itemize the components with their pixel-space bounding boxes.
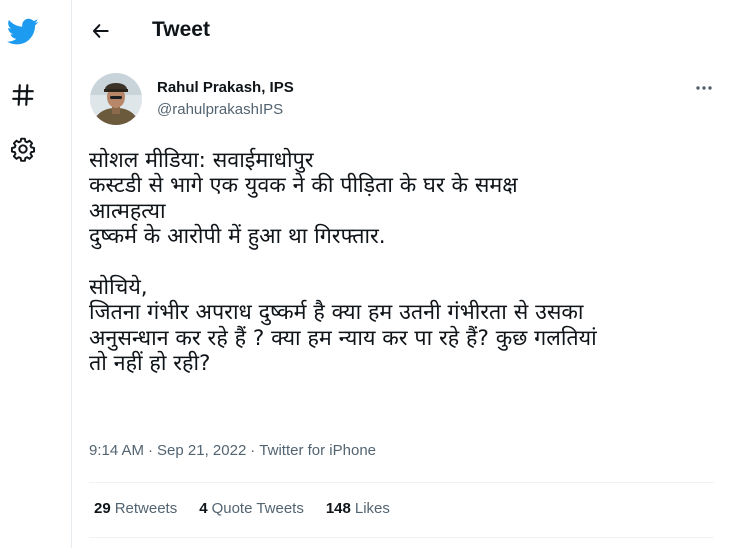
tweet-time[interactable]: 9:14 AM bbox=[89, 442, 144, 459]
tweet-client-link[interactable]: Twitter for iPhone bbox=[259, 442, 376, 459]
hashtag-icon bbox=[12, 84, 34, 106]
tweet-date[interactable]: Sep 21, 2022 bbox=[157, 442, 246, 459]
tweet-text-line: सोचिये, bbox=[89, 274, 148, 300]
likes-count: 148 bbox=[325, 500, 351, 517]
meta-separator: · bbox=[250, 442, 256, 459]
back-button[interactable] bbox=[88, 18, 114, 44]
left-nav bbox=[0, 0, 72, 548]
settings-button[interactable] bbox=[0, 132, 46, 166]
page-title: Tweet bbox=[152, 18, 210, 41]
tweet-text: सोशल मीडिया: सवाईमाधोपुर कस्टडी से भागे … bbox=[89, 148, 719, 377]
divider bbox=[89, 537, 714, 538]
quote-tweets-stat[interactable]: 4 Quote Tweets bbox=[199, 500, 304, 517]
more-options-button[interactable] bbox=[692, 78, 716, 98]
retweets-count: 29 bbox=[94, 500, 111, 517]
retweets-label: Retweets bbox=[114, 500, 178, 517]
twitter-home-button[interactable] bbox=[0, 14, 46, 50]
gear-icon bbox=[10, 137, 36, 162]
tweet-text-line: दुष्कर्म के आरोपी में हुआ था गिरफ्तार. bbox=[89, 224, 386, 250]
meta-separator: · bbox=[148, 442, 154, 459]
tweet-detail-panel: Tweet Rahul Prakash, IPS @rahulprakashIP… bbox=[72, 0, 730, 548]
twitter-bird-icon bbox=[7, 18, 39, 45]
likes-stat[interactable]: 148 Likes bbox=[326, 500, 390, 517]
page-header: Tweet bbox=[72, 0, 730, 60]
tweet-text-line: तो नहीं हो रही? bbox=[89, 351, 211, 377]
likes-label: Likes bbox=[354, 500, 390, 517]
author-handle[interactable]: @rahulprakashIPS bbox=[157, 101, 283, 118]
tweet-metadata: 9:14 AM · Sep 21, 2022 · Twitter for iPhone bbox=[89, 442, 376, 459]
paragraph-break bbox=[89, 250, 719, 275]
divider bbox=[89, 482, 714, 483]
explore-button[interactable] bbox=[0, 78, 46, 112]
more-dots-icon bbox=[696, 86, 712, 90]
engagement-stats: 29 Retweets 4 Quote Tweets 148 Likes bbox=[94, 500, 390, 517]
tweet-text-line: सोशल मीडिया: सवाईमाधोपुर bbox=[89, 148, 314, 173]
author-name[interactable]: Rahul Prakash, IPS bbox=[157, 79, 294, 96]
tweet-text-line: अनुसन्धान कर रहे हैं ? क्या हम न्याय कर … bbox=[89, 325, 597, 351]
avatar[interactable] bbox=[90, 73, 142, 125]
arrow-left-icon bbox=[92, 24, 109, 38]
quote-tweets-count: 4 bbox=[199, 500, 208, 517]
tweet-text-line: जितना गंभीर अपराध दुष्कर्म है क्या हम उत… bbox=[89, 300, 584, 326]
retweets-stat[interactable]: 29 Retweets bbox=[94, 500, 177, 517]
quote-tweets-label: Quote Tweets bbox=[211, 500, 304, 517]
tweet-text-line: आत्महत्या bbox=[89, 198, 166, 224]
tweet-text-line: कस्टडी से भागे एक युवक ने की पीड़िता के … bbox=[89, 173, 518, 199]
